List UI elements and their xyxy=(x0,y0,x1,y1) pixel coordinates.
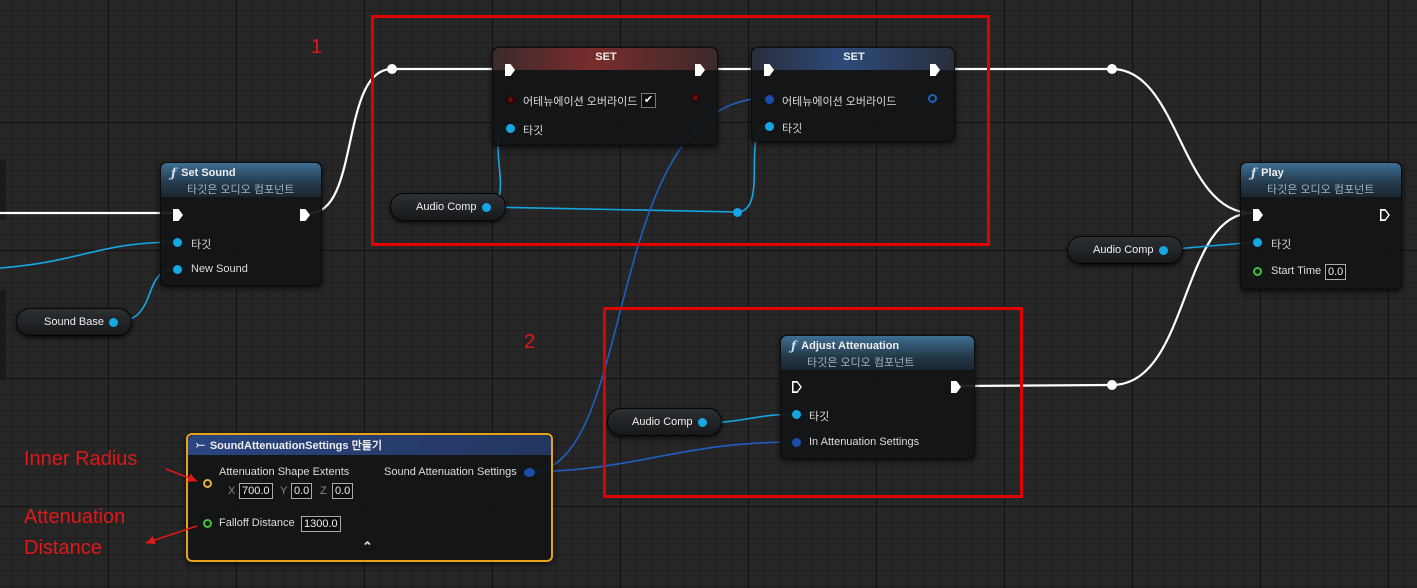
audio-comp-variable[interactable]: Audio Comp xyxy=(390,193,506,221)
extent-z-field[interactable]: 0.0 xyxy=(332,483,354,499)
collapse-chevron-icon[interactable]: ⌃ xyxy=(362,539,373,555)
attenuation-settings-pin[interactable] xyxy=(792,438,801,447)
audio-comp-variable[interactable]: Audio Comp xyxy=(1067,236,1183,264)
reroute-node[interactable] xyxy=(733,208,742,217)
struct-wire xyxy=(529,441,796,473)
pin-label: 타깃 xyxy=(1271,239,1292,251)
extent-y-field[interactable]: 0.0 xyxy=(291,483,313,499)
new-sound-pin[interactable] xyxy=(173,265,182,274)
target-pin[interactable] xyxy=(765,122,774,131)
output-pin[interactable] xyxy=(1159,246,1168,255)
axis-label: Y xyxy=(280,485,288,497)
node-title: SET xyxy=(843,51,865,63)
object-wire xyxy=(484,206,738,213)
node-subtitle: 타깃은 오디오 컴포넌트 xyxy=(807,357,915,369)
make-struct-icon: ⤚ xyxy=(196,438,205,451)
start-time-field[interactable]: 0.0 xyxy=(1325,264,1347,280)
override-input-pin[interactable] xyxy=(506,95,515,104)
exec-in-pin[interactable] xyxy=(1253,209,1263,221)
reroute-node[interactable] xyxy=(387,64,397,74)
annotation-distance: Distance xyxy=(24,537,102,559)
set-override-node-2[interactable]: SET 어테뉴에이션 오버라이드 타깃 xyxy=(751,47,955,142)
exec-wire xyxy=(309,67,393,215)
pin-label: Attenuation Shape Extents xyxy=(219,466,350,478)
audio-comp-variable[interactable]: Audio Comp xyxy=(607,408,722,436)
sound-base-variable[interactable]: Sound Base xyxy=(16,308,132,336)
pin-label: Falloff Distance xyxy=(219,517,295,529)
adjust-attenuation-node[interactable]: ƒ Adjust Attenuation 타깃은 오디오 컴포넌트 타깃 In A… xyxy=(780,335,975,459)
variable-label: Sound Base xyxy=(44,316,104,328)
pin-label: Start Time xyxy=(1271,265,1322,277)
node-title: SET xyxy=(595,51,617,63)
set-override-node[interactable]: SET 어테뉴에이션 오버라이드 ✔ 타깃 xyxy=(492,47,718,146)
target-pin[interactable] xyxy=(792,410,801,419)
falloff-pin[interactable] xyxy=(203,519,212,528)
node-title: Adjust Attenuation xyxy=(801,340,900,352)
pin-label: 어테뉴에이션 오버라이드 xyxy=(782,96,897,108)
annotation-number-2: 2 xyxy=(524,331,536,353)
target-pin[interactable] xyxy=(1253,238,1262,247)
extents-pin[interactable] xyxy=(203,479,212,488)
axis-label: X xyxy=(228,485,236,497)
node-header: SET xyxy=(752,48,954,70)
axis-label: Z xyxy=(320,485,327,497)
pin-label: 타깃 xyxy=(809,411,830,423)
exec-out-pin[interactable] xyxy=(951,381,961,393)
reroute-node[interactable] xyxy=(1107,380,1117,390)
extent-x-field[interactable]: 700.0 xyxy=(239,483,273,499)
exec-out-pin[interactable] xyxy=(300,209,310,221)
make-attenuation-settings-node[interactable]: ⤚ SoundAttenuationSettings 만들기 Attenuatio… xyxy=(186,433,553,562)
pin-label: 타깃 xyxy=(523,125,544,137)
exec-in-pin[interactable] xyxy=(173,209,183,221)
target-pin[interactable] xyxy=(173,238,182,247)
override-input-pin[interactable] xyxy=(765,95,774,104)
override-output-pin[interactable] xyxy=(691,93,700,102)
pin-label: In Attenuation Settings xyxy=(809,436,920,448)
node-subtitle: 타깃은 오디오 컴포넌트 xyxy=(1267,184,1375,196)
exec-wire xyxy=(1111,67,1253,215)
annotation-inner-radius: Inner Radius xyxy=(24,448,138,470)
target-pin[interactable] xyxy=(506,124,515,133)
exec-in-pin[interactable] xyxy=(792,381,802,393)
pin-label: New Sound xyxy=(191,263,248,275)
override-checkbox[interactable]: ✔ xyxy=(641,93,656,108)
left-edge-bar xyxy=(0,290,6,380)
function-icon: ƒ xyxy=(791,339,797,353)
exec-out-pin[interactable] xyxy=(1380,209,1390,221)
node-title: Set Sound xyxy=(181,167,236,179)
variable-label: Audio Comp xyxy=(416,201,477,213)
override-output-pin[interactable] xyxy=(928,94,937,103)
exec-wire xyxy=(959,383,1113,388)
pin-label: 타깃 xyxy=(191,239,212,251)
annotation-number-1: 1 xyxy=(311,36,323,58)
node-header: ƒ Set Sound 타깃은 오디오 컴포넌트 xyxy=(161,163,321,197)
object-wire xyxy=(0,241,177,269)
reroute-node[interactable] xyxy=(1107,64,1117,74)
node-header: ƒ Play 타깃은 오디오 컴포넌트 xyxy=(1241,163,1401,197)
variable-label: Audio Comp xyxy=(632,416,693,428)
set-sound-node[interactable]: ƒ Set Sound 타깃은 오디오 컴포넌트 타깃 New Sound xyxy=(160,162,322,286)
node-title: SoundAttenuationSettings 만들기 xyxy=(209,440,382,452)
function-icon: ƒ xyxy=(171,166,177,180)
node-title: Play xyxy=(1261,167,1284,179)
start-time-pin[interactable] xyxy=(1253,267,1262,276)
pin-label: Sound Attenuation Settings xyxy=(384,466,517,478)
node-subtitle: 타깃은 오디오 컴포넌트 xyxy=(187,184,295,196)
variable-label: Audio Comp xyxy=(1093,244,1154,256)
left-edge-bar xyxy=(0,160,6,220)
pin-label: 타깃 xyxy=(782,123,803,135)
annotation-attenuation: Attenuation xyxy=(24,506,126,528)
output-pin[interactable] xyxy=(698,418,707,427)
pin-label: 어테뉴에이션 오버라이드 xyxy=(523,96,638,108)
output-pin[interactable] xyxy=(482,203,491,212)
falloff-distance-field[interactable]: 1300.0 xyxy=(301,516,341,532)
output-pin[interactable] xyxy=(109,318,118,327)
settings-output-pin[interactable] xyxy=(524,468,535,477)
node-header: SET xyxy=(493,48,717,70)
node-header: ƒ Adjust Attenuation 타깃은 오디오 컴포넌트 xyxy=(781,336,974,370)
function-icon: ƒ xyxy=(1251,166,1257,180)
play-node[interactable]: ƒ Play 타깃은 오디오 컴포넌트 타깃 Start Time 0.0 xyxy=(1240,162,1402,290)
node-header: ⤚ SoundAttenuationSettings 만들기 xyxy=(188,435,551,455)
